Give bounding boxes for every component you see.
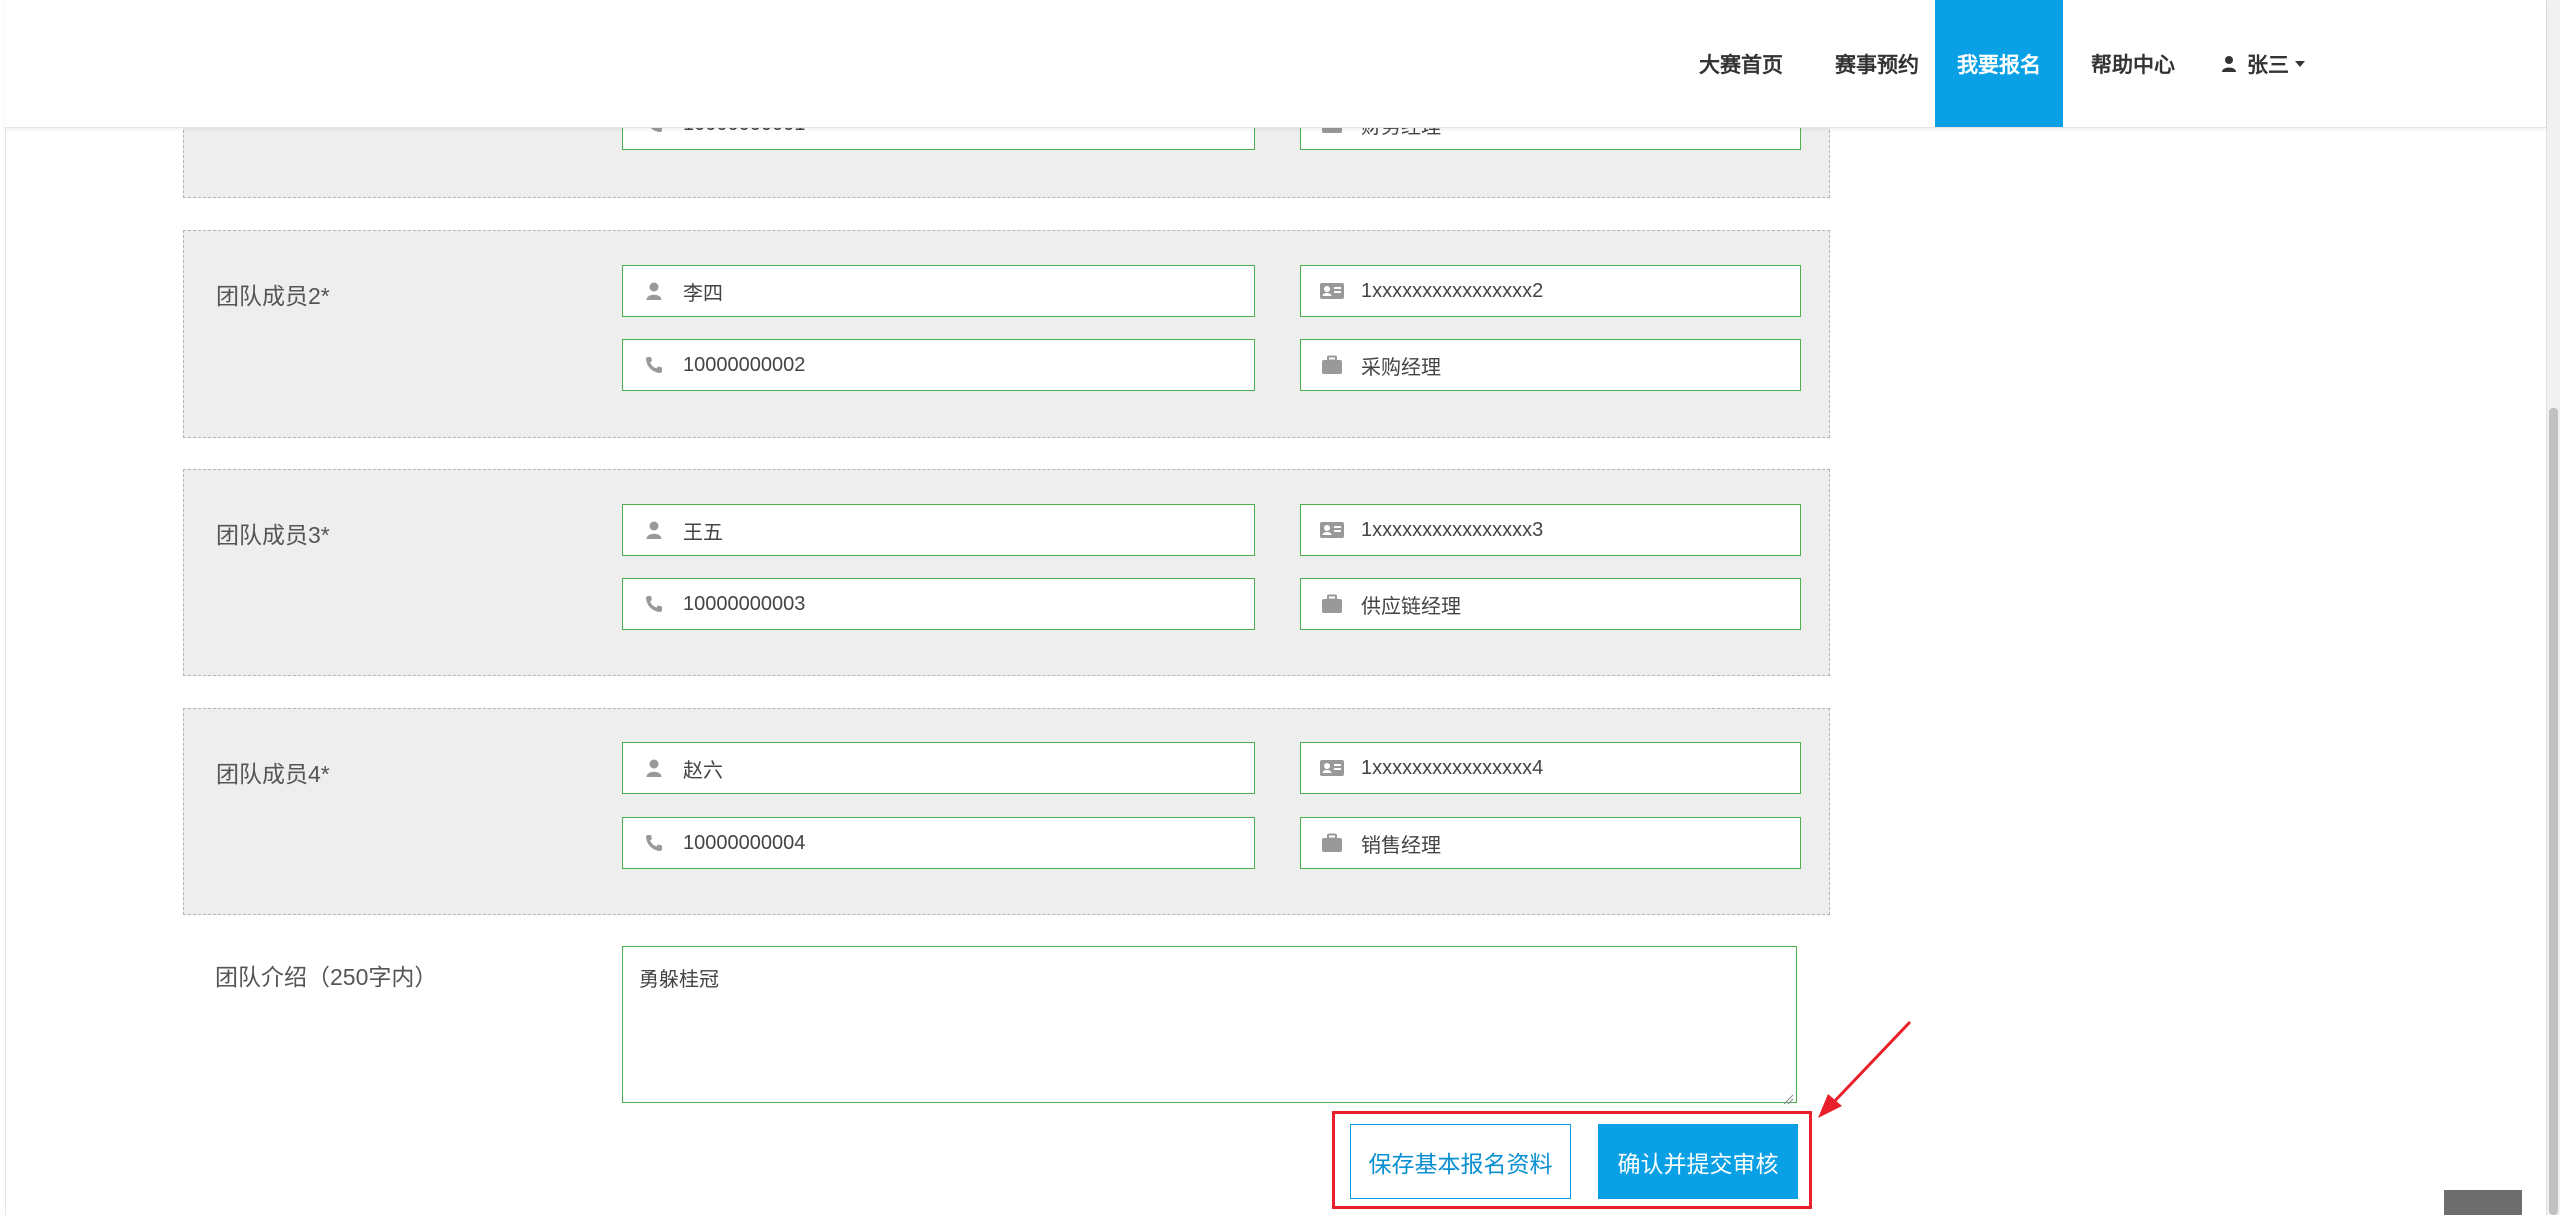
member-4-position-value: 销售经理 (1361, 834, 1441, 857)
member-panel-4: 团队成员4* 赵六 1xxxxxxxxxxxxxxxx4 10000000004… (183, 708, 1830, 915)
member-3-phone-value: 10000000003 (683, 592, 806, 615)
id-card-icon (1319, 278, 1345, 304)
member-2-phone-field[interactable]: 10000000002 (622, 339, 1255, 391)
user-icon (2221, 55, 2237, 73)
nav-item-help[interactable]: 帮助中心 (2077, 0, 2189, 127)
nav-item-label: 我要报名 (1957, 53, 2041, 77)
team-intro-value: 勇躲桂冠 (639, 969, 719, 991)
member-3-id-field[interactable]: 1xxxxxxxxxxxxxxxx3 (1300, 504, 1801, 556)
user-menu[interactable]: 张三 (2213, 0, 2313, 127)
member-4-id-field[interactable]: 1xxxxxxxxxxxxxxxx4 (1300, 742, 1801, 794)
member-3-name-field[interactable]: 王五 (622, 504, 1255, 556)
phone-icon (641, 591, 667, 617)
team-intro-textarea[interactable]: 勇躲桂冠 (622, 946, 1797, 1105)
member-2-position-field[interactable]: 采购经理 (1300, 339, 1801, 391)
member-2-id-value: 1xxxxxxxxxxxxxxxx2 (1361, 279, 1544, 302)
user-icon (641, 755, 667, 781)
member-4-position-field[interactable]: 销售经理 (1300, 817, 1801, 869)
nav-item-reservation[interactable]: 赛事预约 (1817, 0, 1937, 127)
nav-item-label: 帮助中心 (2091, 53, 2175, 77)
phone-icon (641, 830, 667, 856)
top-navbar: 大赛首页 赛事预约 我要报名 帮助中心 张三 (5, 0, 2546, 128)
member-2-phone-value: 10000000002 (683, 353, 806, 376)
member-3-phone-field[interactable]: 10000000003 (622, 578, 1255, 630)
user-icon (641, 278, 667, 304)
member-panel-2: 团队成员2* 李四 1xxxxxxxxxxxxxxxx2 10000000002… (183, 230, 1830, 438)
member-2-position-value: 采购经理 (1361, 356, 1441, 379)
member-4-id-value: 1xxxxxxxxxxxxxxxx4 (1361, 756, 1544, 779)
member-3-position-value: 供应链经理 (1361, 595, 1461, 618)
member-label: 团队成员2* (216, 283, 330, 309)
member-3-position-field[interactable]: 供应链经理 (1300, 578, 1801, 630)
user-icon (641, 517, 667, 543)
member-2-name-value: 李四 (683, 282, 723, 305)
id-card-icon (1319, 517, 1345, 543)
member-4-phone-field[interactable]: 10000000004 (622, 817, 1255, 869)
member-panel-3: 团队成员3* 王五 1xxxxxxxxxxxxxxxx3 10000000003… (183, 469, 1830, 676)
member-label: 团队成员3* (216, 522, 330, 548)
member-4-name-value: 赵六 (683, 759, 723, 782)
briefcase-icon (1319, 591, 1345, 617)
member-4-phone-value: 10000000004 (683, 831, 806, 854)
team-intro-label: 团队介绍（250字内） (215, 964, 438, 990)
chevron-down-icon (2295, 60, 2305, 67)
member-3-name-value: 王五 (683, 521, 723, 544)
member-4-name-field[interactable]: 赵六 (622, 742, 1255, 794)
back-to-top-button[interactable] (2444, 1190, 2522, 1215)
briefcase-icon (1319, 352, 1345, 378)
id-card-icon (1319, 755, 1345, 781)
briefcase-icon (1319, 830, 1345, 856)
scrollbar-thumb[interactable] (2549, 408, 2558, 1215)
member-2-id-field[interactable]: 1xxxxxxxxxxxxxxxx2 (1300, 265, 1801, 317)
nav-item-home[interactable]: 大赛首页 (1685, 0, 1797, 127)
page-left-edge (0, 0, 6, 1215)
phone-icon (641, 352, 667, 378)
member-label: 团队成员4* (216, 761, 330, 787)
nav-item-label: 大赛首页 (1699, 53, 1783, 77)
nav-item-register[interactable]: 我要报名 (1935, 0, 2063, 127)
member-3-id-value: 1xxxxxxxxxxxxxxxx3 (1361, 518, 1544, 541)
resize-grip-icon[interactable] (1782, 1088, 1794, 1105)
highlight-box (1332, 1111, 1812, 1209)
nav-item-label: 赛事预约 (1835, 53, 1919, 77)
user-name: 张三 (2247, 53, 2289, 77)
member-2-name-field[interactable]: 李四 (622, 265, 1255, 317)
